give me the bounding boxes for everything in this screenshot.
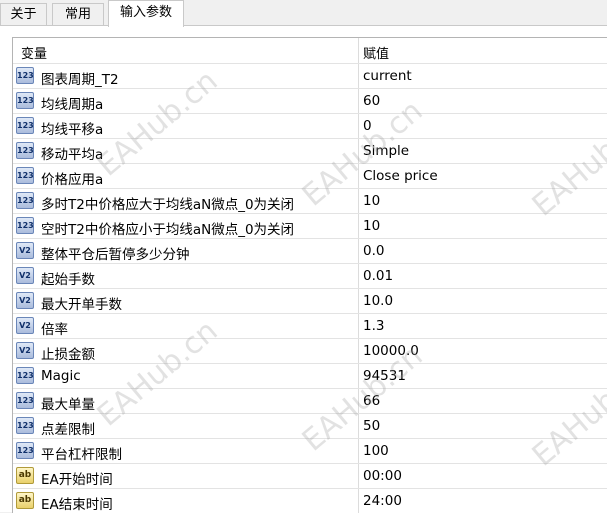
- double-type-icon: V2: [16, 292, 34, 309]
- integer-type-icon: 123: [16, 392, 34, 409]
- parameter-value[interactable]: current: [363, 68, 412, 84]
- parameter-value[interactable]: 50: [363, 418, 380, 434]
- parameter-value[interactable]: 10: [363, 193, 380, 209]
- parameter-value[interactable]: 10.0: [363, 293, 393, 309]
- parameter-value[interactable]: Simple: [363, 143, 409, 159]
- parameter-name: 整体平仓后暂停多少分钟: [41, 247, 190, 263]
- parameter-name: 止损金额: [41, 347, 95, 363]
- parameter-name: 多时T2中价格应大于均线aN微点_0为关闭: [41, 197, 295, 213]
- parameter-name: 均线周期a: [41, 97, 104, 113]
- parameter-row[interactable]: V2 倍率 1.3: [13, 313, 607, 338]
- parameter-name: Magic: [41, 368, 81, 384]
- parameter-value[interactable]: 10000.0: [363, 343, 419, 359]
- parameter-value[interactable]: 0.01: [363, 268, 393, 284]
- parameter-name: 图表周期_T2: [41, 72, 119, 88]
- parameter-value[interactable]: 0: [363, 118, 372, 134]
- parameter-row[interactable]: V2 整体平仓后暂停多少分钟 0.0: [13, 238, 607, 263]
- inputs-panel: 变量 赋值 123 图表周期_T2 current 123 均线周期a 60 123 均线平移…: [0, 26, 607, 513]
- parameter-name: 移动平均a: [41, 147, 104, 163]
- parameter-name: 起始手数: [41, 272, 95, 288]
- parameter-name: 均线平移a: [41, 122, 104, 138]
- parameter-grid: 变量 赋值 123 图表周期_T2 current 123 均线周期a 60 123 均线平移…: [12, 37, 607, 513]
- double-type-icon: V2: [16, 342, 34, 359]
- parameter-value[interactable]: 100: [363, 443, 389, 459]
- parameter-name: 点差限制: [41, 422, 95, 438]
- integer-type-icon: 123: [16, 417, 34, 434]
- parameter-name: 平台杠杆限制: [41, 447, 122, 463]
- parameter-row[interactable]: V2 起始手数 0.01: [13, 263, 607, 288]
- double-type-icon: V2: [16, 242, 34, 259]
- parameter-row[interactable]: 123 均线平移a 0: [13, 113, 607, 138]
- double-type-icon: V2: [16, 267, 34, 284]
- parameter-row[interactable]: V2 最大开单手数 10.0: [13, 288, 607, 313]
- parameter-name: EA结束时间: [41, 497, 113, 513]
- parameter-row[interactable]: 123 价格应用a Close price: [13, 163, 607, 188]
- parameter-row[interactable]: V2 止损金额 10000.0: [13, 338, 607, 363]
- parameter-row[interactable]: 123 多时T2中价格应大于均线aN微点_0为关闭 10: [13, 188, 607, 213]
- parameter-value[interactable]: 0.0: [363, 243, 384, 259]
- parameter-row[interactable]: 123 平台杠杆限制 100: [13, 438, 607, 463]
- parameter-row[interactable]: 123 点差限制 50: [13, 413, 607, 438]
- integer-type-icon: 123: [16, 367, 34, 384]
- parameter-value[interactable]: Close price: [363, 168, 438, 184]
- parameter-name: 价格应用a: [41, 172, 104, 188]
- parameter-name: 倍率: [41, 322, 68, 338]
- grid-header: 变量 赋值: [13, 38, 607, 63]
- tab-common[interactable]: 常用: [52, 3, 104, 25]
- parameter-value[interactable]: 00:00: [363, 468, 402, 484]
- parameter-row[interactable]: ab EA开始时间 00:00: [13, 463, 607, 488]
- tab-about-label: 关于: [10, 7, 37, 22]
- integer-type-icon: 123: [16, 92, 34, 109]
- integer-type-icon: 123: [16, 67, 34, 84]
- tab-inputs[interactable]: 输入参数: [108, 0, 184, 27]
- parameter-value[interactable]: 94531: [363, 368, 406, 384]
- integer-type-icon: 123: [16, 167, 34, 184]
- parameter-row[interactable]: 123 空时T2中价格应小于均线aN微点_0为关闭 10: [13, 213, 607, 238]
- parameter-value[interactable]: 24:00: [363, 493, 402, 509]
- double-type-icon: V2: [16, 317, 34, 334]
- parameter-row[interactable]: 123 移动平均a Simple: [13, 138, 607, 163]
- parameter-row[interactable]: 123 最大单量 66: [13, 388, 607, 413]
- parameter-name: 最大开单手数: [41, 297, 122, 313]
- parameter-row[interactable]: 123 均线周期a 60: [13, 88, 607, 113]
- integer-type-icon: 123: [16, 117, 34, 134]
- parameter-row[interactable]: ab EA结束时间 24:00: [13, 488, 607, 513]
- integer-type-icon: 123: [16, 192, 34, 209]
- tab-bar: 关于 常用 输入参数: [0, 0, 607, 27]
- parameter-name: EA开始时间: [41, 472, 113, 488]
- parameter-value[interactable]: 60: [363, 93, 380, 109]
- parameter-name: 最大单量: [41, 397, 95, 413]
- parameter-row[interactable]: 123 Magic 94531: [13, 363, 607, 388]
- tab-inputs-label: 输入参数: [119, 5, 172, 20]
- integer-type-icon: 123: [16, 442, 34, 459]
- string-type-icon: ab: [16, 492, 34, 509]
- integer-type-icon: 123: [16, 142, 34, 159]
- integer-type-icon: 123: [16, 217, 34, 234]
- tab-common-label: 常用: [64, 7, 91, 22]
- column-header-variable[interactable]: 变量: [21, 43, 47, 62]
- parameter-value[interactable]: 66: [363, 393, 380, 409]
- tab-about[interactable]: 关于: [0, 3, 47, 25]
- column-header-value[interactable]: 赋值: [363, 43, 389, 62]
- parameter-name: 空时T2中价格应小于均线aN微点_0为关闭: [41, 222, 295, 238]
- parameter-value[interactable]: 1.3: [363, 318, 384, 334]
- string-type-icon: ab: [16, 467, 34, 484]
- parameter-value[interactable]: 10: [363, 218, 380, 234]
- parameter-row[interactable]: 123 图表周期_T2 current: [13, 63, 607, 88]
